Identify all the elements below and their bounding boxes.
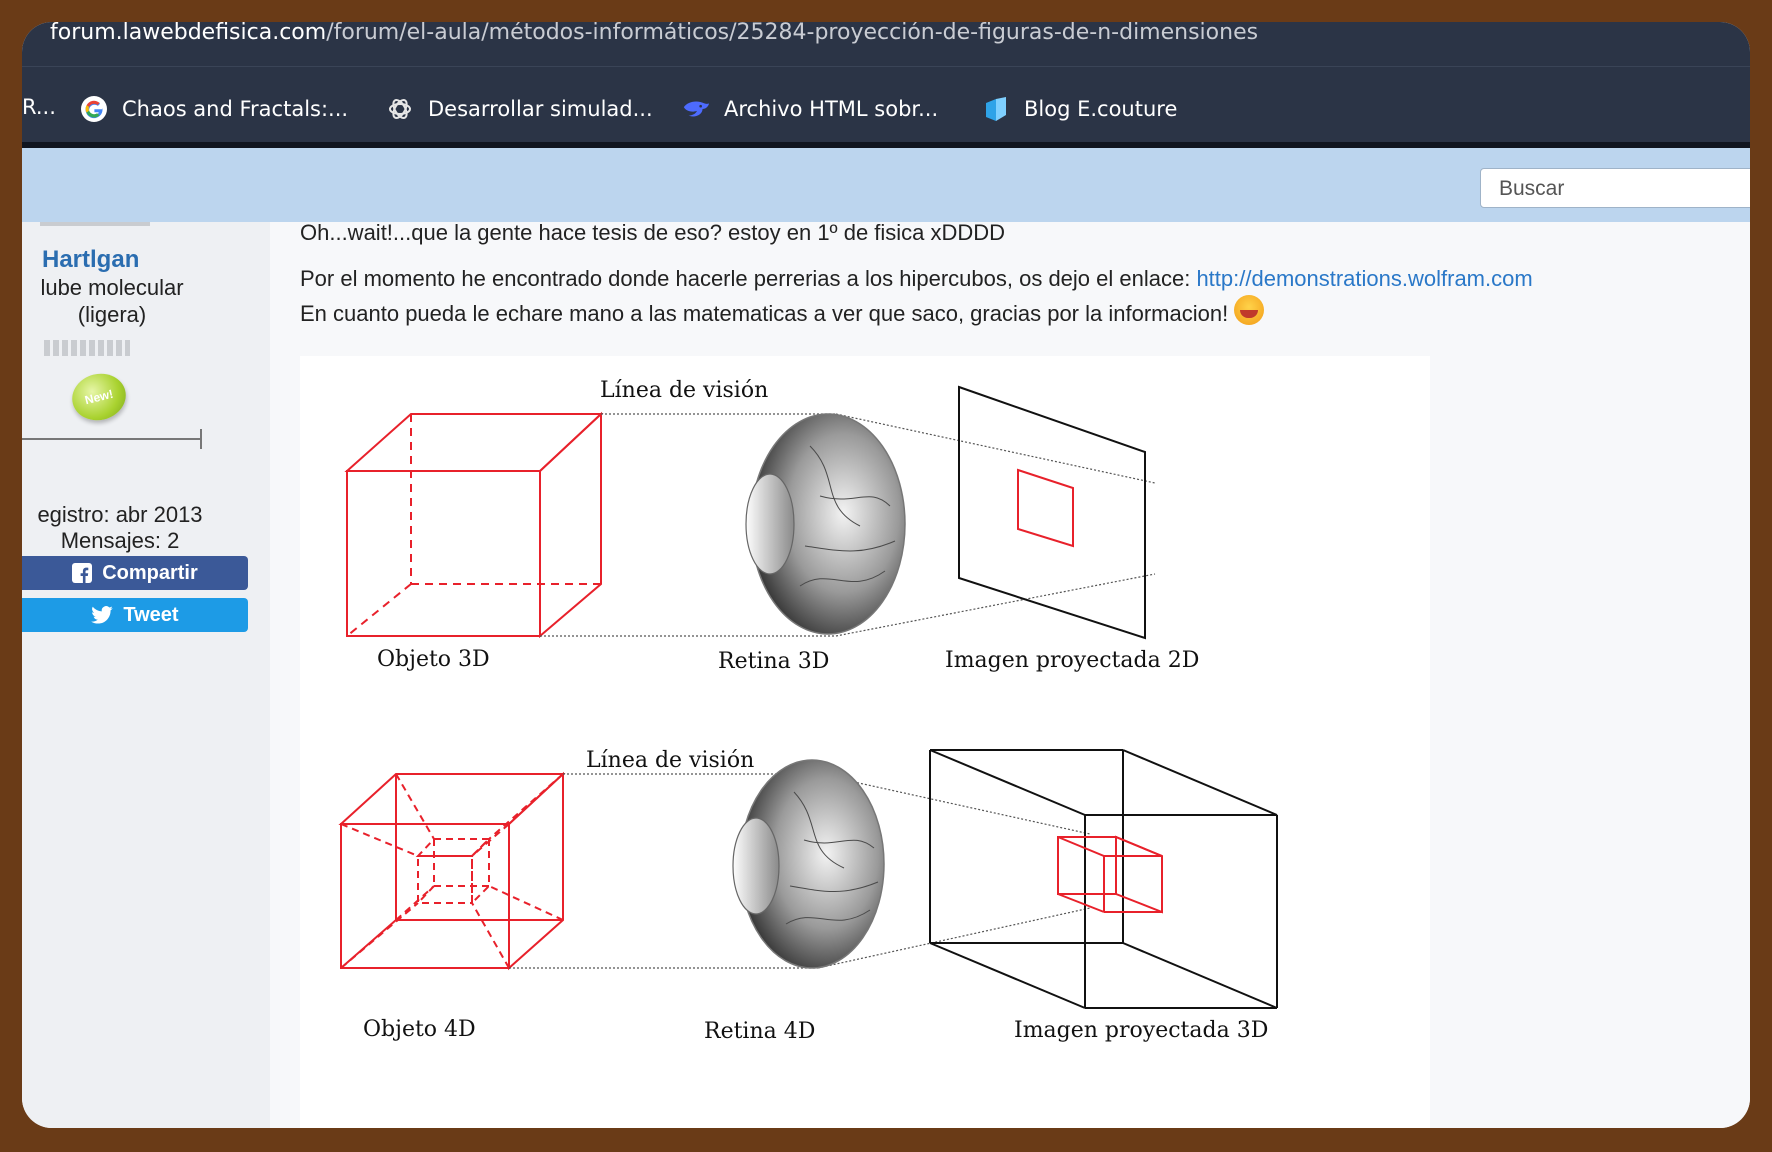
url-path: /forum/el-aula/métodos-informáticos/2528… (326, 22, 1259, 45)
address-bar[interactable]: forum.lawebdefisica.com/forum/el-aula/mé… (22, 22, 1750, 66)
bookmarks-bar: R... Chaos and Fractals:... Desarrollar … (22, 66, 1750, 148)
post-line-3-text: En cuanto pueda le echare mano a las mat… (300, 301, 1229, 326)
join-date: egistro: abr 2013 (37, 502, 203, 527)
post-line-3: En cuanto pueda le echare mano a las mat… (300, 295, 1265, 330)
user-rank-line1: lube molecular (40, 275, 184, 300)
retina-4d-label: Retina 4D (704, 1019, 816, 1044)
forum-header-bar: Buscar (22, 148, 1750, 222)
sight-line-label-top: Línea de visión (600, 378, 769, 403)
url-host: forum.lawebdefisica.com (50, 22, 327, 45)
blog-icon (982, 95, 1010, 123)
bookmark-label: Archivo HTML sobr... (724, 97, 939, 121)
projection-3d-inner (1057, 835, 1163, 914)
eye-bottom (732, 759, 885, 969)
facebook-icon (72, 563, 93, 583)
new-badge-icon: New! (67, 368, 131, 426)
reputation-bar (44, 340, 130, 356)
facebook-share-label: Compartir (102, 561, 198, 584)
image-3d-label: Imagen proyectada 3D (1014, 1018, 1269, 1043)
object-4d-label: Objeto 4D (363, 1017, 476, 1042)
post-line-1: Oh...wait!...que la gente hace tesis de … (300, 220, 1006, 245)
sidebar-divider (22, 429, 202, 449)
new-badge-text: New! (83, 386, 115, 408)
facebook-share-button[interactable]: Compartir (22, 556, 248, 590)
tweet-button[interactable]: Tweet (22, 598, 248, 632)
image-2d-label: Imagen proyectada 2D (945, 648, 1200, 673)
bookmark-item[interactable]: R... (22, 95, 56, 119)
retina-3d-label: Retina 3D (718, 649, 830, 674)
post-line-2-text: Por el momento he encontrado donde hacer… (300, 266, 1197, 291)
deepseek-icon (682, 95, 710, 123)
bookmark-label: R... (22, 95, 56, 119)
bookmark-item[interactable]: Archivo HTML sobr... (682, 95, 938, 123)
user-rank-line2: (ligera) (77, 302, 147, 327)
object-3d-label: Objeto 3D (377, 647, 490, 672)
tesseract-4d (338, 771, 566, 971)
plane-2d (958, 385, 1146, 640)
projection-figure: Línea de visión Objeto 3D Retina 3D Imag… (300, 356, 1430, 1128)
smiley-icon (1234, 295, 1265, 325)
cube-3d (344, 411, 604, 639)
google-icon (80, 95, 108, 123)
bookmark-item[interactable]: Blog E.couture (982, 95, 1177, 123)
avatar-bottom-edge (40, 222, 150, 226)
wolfram-link[interactable]: http://demonstrations.wolfram.com (1196, 266, 1532, 291)
post-content: Oh...wait!...que la gente hace tesis de … (270, 220, 1750, 1128)
user-info-panel: Hartlgan lube molecular (ligera) New! eg… (22, 222, 270, 1128)
bookmark-label: Blog E.couture (1024, 97, 1178, 121)
bookmark-label: Chaos and Fractals:... (122, 97, 349, 121)
bookmark-item[interactable]: Desarrollar simulad... (386, 95, 653, 123)
post-count: Mensajes: 2 (60, 528, 180, 553)
username-link[interactable]: Hartlgan (42, 246, 139, 274)
post-line-2: Por el momento he encontrado donde hacer… (300, 262, 1533, 295)
eye-top (745, 413, 906, 635)
browser-window: forum.lawebdefisica.com/forum/el-aula/mé… (22, 22, 1750, 1128)
openai-icon (386, 95, 414, 123)
sight-line-label-bottom: Línea de visión (586, 748, 755, 773)
search-placeholder: Buscar (1499, 177, 1565, 200)
twitter-icon (91, 606, 114, 624)
search-input[interactable]: Buscar (1480, 168, 1750, 208)
projection-diagram (338, 385, 1278, 1009)
bookmark-label: Desarrollar simulad... (428, 97, 653, 121)
user-rank: lube molecular (ligera) (22, 274, 202, 328)
bookmark-item[interactable]: Chaos and Fractals:... (80, 95, 348, 123)
tweet-label: Tweet (123, 603, 179, 626)
